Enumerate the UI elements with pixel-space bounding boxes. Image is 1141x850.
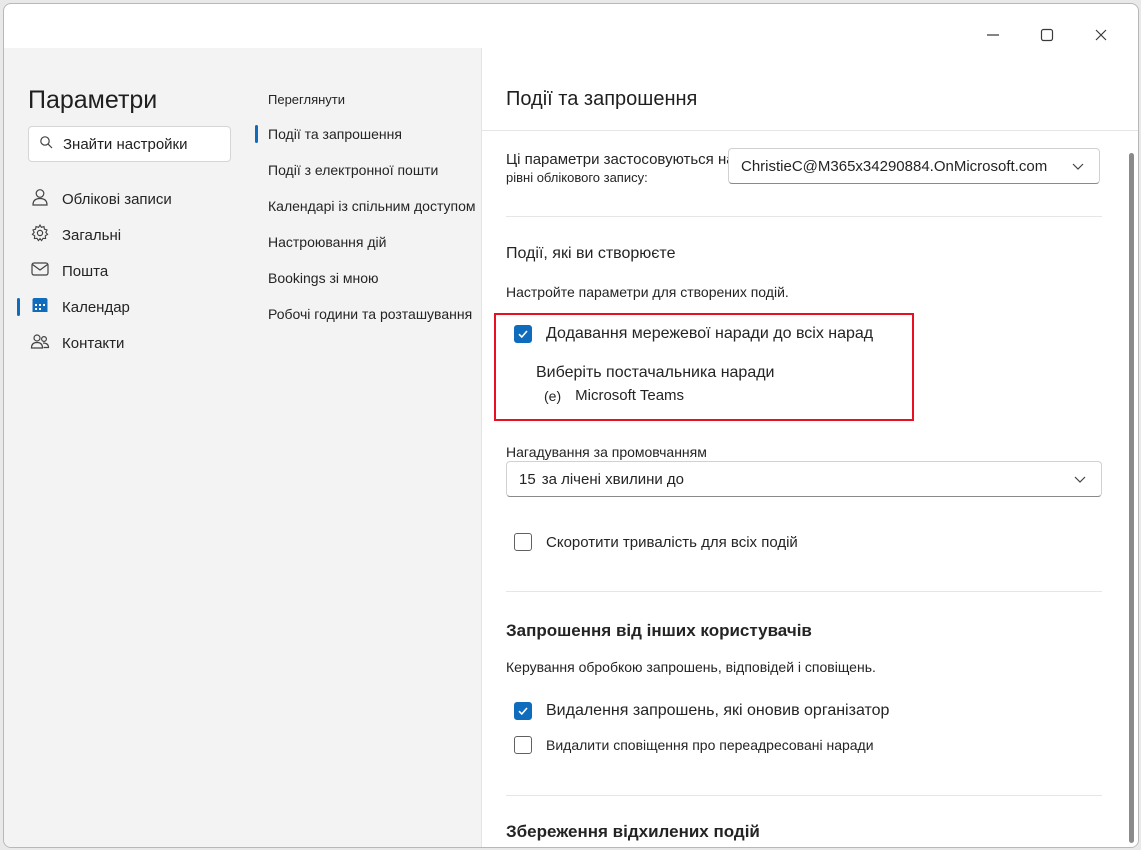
delete-forwarded-notifications-checkbox[interactable]: Видалити сповіщення про переадресовані н… [514, 736, 874, 754]
account-dropdown[interactable]: ChristieC@M365x34290884.OnMicrosoft.com [728, 148, 1100, 184]
section-desc-created: Настройте параметри для створених подій. [506, 284, 789, 300]
search-input[interactable]: Знайти настройки [28, 126, 231, 162]
chevron-down-icon [1073, 472, 1087, 490]
person-icon [30, 187, 50, 211]
section-heading-created: Події, які ви створюєте [506, 245, 676, 262]
search-icon [39, 135, 53, 154]
delete-updated-invites-checkbox[interactable]: Видалення запрошень, які оновив організа… [514, 702, 889, 720]
shorten-events-checkbox[interactable]: Скоротити тривалість для всіх подій [514, 533, 798, 551]
mail-icon [30, 259, 50, 283]
subnav-item-customize-actions[interactable]: Настроювання дій [254, 224, 482, 260]
radio-indicator[interactable]: (e) [544, 388, 561, 404]
calendar-icon [30, 295, 50, 319]
reminder-label: Нагадування за промовчанням [506, 444, 707, 460]
people-icon [30, 331, 50, 355]
subnav-heading: Переглянути [268, 92, 346, 107]
checkbox-checked[interactable] [514, 325, 532, 343]
sidebar-item-label: Облікові записи [62, 190, 172, 208]
maximize-icon[interactable] [1020, 18, 1074, 52]
section-desc-invites: Керування обробкою запрошень, відповідей… [506, 659, 876, 675]
content-scroll[interactable]: Ці параметри застосовуються на рівні обл… [482, 131, 1138, 847]
section-heading-declined: Збереження відхилених подій [506, 822, 760, 841]
divider [506, 216, 1102, 217]
gear-icon [30, 223, 50, 247]
provider-label: Виберіть постачальника наради [536, 364, 775, 381]
subnav-list: Події та запрошення Події з електронної … [254, 116, 482, 332]
provider-value: Microsoft Teams [575, 387, 685, 404]
minimize-icon[interactable] [966, 18, 1020, 52]
account-label: Ці параметри застосовуються на рівні обл… [506, 151, 735, 185]
add-online-meeting-checkbox[interactable]: Додавання мережевої наради до всіх нарад [514, 325, 873, 343]
sidebar: Параметри Знайти настройки Облікові запи… [4, 48, 254, 847]
subnav-item-events-invitations[interactable]: Події та запрошення [254, 116, 482, 152]
checkbox-label: Видалити сповіщення про переадресовані н… [546, 737, 874, 753]
sidebar-item-label: Пошта [62, 262, 109, 280]
close-icon[interactable] [1074, 18, 1128, 52]
subnav-item-events-from-email[interactable]: Події з електронної пошти [254, 152, 482, 188]
divider [506, 591, 1102, 592]
section-heading-invites: Запрошення від інших користувачів [506, 621, 812, 640]
sidebar-item-mail[interactable]: Пошта [16, 253, 246, 289]
sidebar-item-calendar[interactable]: Календар [16, 289, 246, 325]
sidebar-item-label: Календар [62, 298, 130, 316]
checkbox-checked[interactable] [514, 702, 532, 720]
sidebar-item-general[interactable]: Загальні [16, 217, 246, 253]
provider-option[interactable]: (e) Microsoft Teams [544, 387, 684, 404]
checkbox-unchecked[interactable] [514, 533, 532, 551]
checkbox-label: Скоротити тривалість для всіх подій [546, 533, 798, 551]
subnav-item-shared-calendars[interactable]: Календарі із спільним доступом [254, 188, 482, 224]
subnav-item-bookings[interactable]: Bookings зі мною [254, 260, 482, 296]
settings-window: Параметри Знайти настройки Облікові запи… [3, 3, 1139, 848]
page-title: Події та запрошення [506, 88, 698, 110]
sidebar-item-label: Загальні [62, 226, 122, 244]
reminder-dropdown[interactable]: 15 за лічені хвилини до [506, 461, 1102, 497]
checkbox-label: Додавання мережевої наради до всіх нарад [546, 325, 874, 342]
scrollbar[interactable] [1129, 153, 1134, 843]
reminder-value: за лічені хвилини до [541, 470, 685, 488]
subnav-item-work-hours[interactable]: Робочі години та розташування [254, 296, 482, 332]
search-placeholder: Знайти настройки [63, 135, 188, 153]
subnav: Переглянути Події та запрошення Події з … [254, 48, 482, 847]
content-pane: Події та запрошення Ці параметри застосо… [482, 48, 1138, 847]
reminder-number: 15 [519, 470, 536, 488]
sidebar-nav: Облікові записи Загальні Пошта Календар [16, 181, 246, 361]
checkbox-label: Видалення запрошень, які оновив організа… [546, 702, 890, 719]
sidebar-item-accounts[interactable]: Облікові записи [16, 181, 246, 217]
account-label-line2: рівні облікового запису: [506, 170, 648, 185]
sidebar-item-label: Контакти [62, 334, 125, 352]
divider [506, 795, 1102, 796]
account-value: ChristieC@M365x34290884.OnMicrosoft.com [741, 157, 1048, 175]
checkbox-unchecked[interactable] [514, 736, 532, 754]
sidebar-item-contacts[interactable]: Контакти [16, 325, 246, 361]
window-controls [966, 18, 1128, 52]
settings-title: Параметри [28, 86, 158, 114]
account-label-line1: Ці параметри застосовуються на [506, 151, 735, 168]
chevron-down-icon [1071, 159, 1085, 177]
